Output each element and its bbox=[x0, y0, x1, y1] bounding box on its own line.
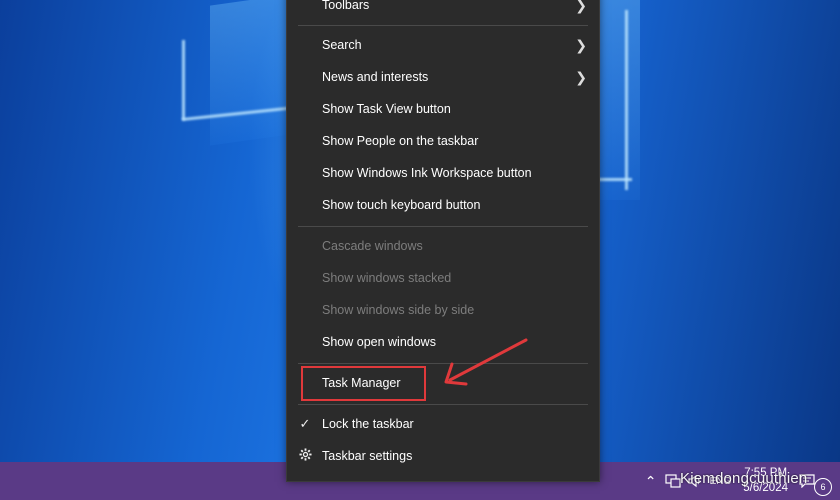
menu-item-label: Taskbar settings bbox=[322, 449, 413, 463]
menu-item-show-windows-stacked: Show windows stacked bbox=[287, 262, 599, 294]
watermark: Kiemdongcuuthien bbox=[680, 470, 808, 487]
chevron-up-icon[interactable]: ⌃ bbox=[640, 462, 662, 500]
menu-item-label: Toolbars bbox=[322, 0, 370, 12]
menu-item-lock-taskbar[interactable]: ✓ Lock the taskbar bbox=[287, 408, 599, 440]
menu-item-show-touch-keyboard[interactable]: Show touch keyboard button bbox=[287, 189, 599, 221]
menu-item-search[interactable]: Search ❯ bbox=[287, 29, 599, 61]
menu-item-label: Lock the taskbar bbox=[322, 417, 414, 431]
menu-item-label: Show Windows Ink Workspace button bbox=[322, 166, 532, 180]
wallpaper-light-beam bbox=[625, 10, 628, 190]
task-manager-highlight-box bbox=[301, 366, 426, 401]
wallpaper-pane bbox=[210, 0, 290, 146]
chevron-right-icon: ❯ bbox=[575, 36, 587, 53]
menu-item-label: Show People on the taskbar bbox=[322, 134, 479, 148]
menu-item-label: Cascade windows bbox=[322, 239, 423, 253]
menu-separator bbox=[298, 404, 588, 405]
menu-item-cascade-windows: Cascade windows bbox=[287, 230, 599, 262]
menu-item-news-and-interests[interactable]: News and interests ❯ bbox=[287, 61, 599, 93]
menu-item-label: Show windows side by side bbox=[322, 303, 475, 317]
menu-item-show-task-view[interactable]: Show Task View button bbox=[287, 93, 599, 125]
menu-item-taskbar-settings[interactable]: Taskbar settings bbox=[287, 440, 599, 472]
menu-item-label: Search bbox=[322, 38, 362, 52]
wallpaper-light-beam bbox=[182, 40, 185, 120]
menu-item-show-windows-side-by-side: Show windows side by side bbox=[287, 294, 599, 326]
menu-item-label: Show windows stacked bbox=[322, 271, 452, 285]
menu-item-toolbars[interactable]: Toolbars ❯ bbox=[287, 0, 599, 21]
menu-separator bbox=[298, 226, 588, 227]
menu-separator bbox=[298, 25, 588, 26]
red-arrow-annotation bbox=[444, 338, 528, 386]
chevron-right-icon: ❯ bbox=[575, 68, 587, 85]
menu-item-label: Show open windows bbox=[322, 335, 436, 349]
menu-item-label: Show Task View button bbox=[322, 102, 451, 116]
wallpaper-pane bbox=[600, 0, 640, 200]
menu-item-show-ink-workspace[interactable]: Show Windows Ink Workspace button bbox=[287, 157, 599, 189]
taskbar-context-menu: Toolbars ❯ Search ❯ News and interests ❯… bbox=[286, 0, 600, 482]
menu-item-label: Show touch keyboard button bbox=[322, 198, 481, 212]
wallpaper-light-beam bbox=[598, 178, 632, 181]
menu-item-show-people[interactable]: Show People on the taskbar bbox=[287, 125, 599, 157]
checkmark-icon: ✓ bbox=[299, 416, 311, 431]
menu-item-label: News and interests bbox=[322, 70, 429, 84]
chevron-right-icon: ❯ bbox=[575, 0, 587, 13]
gear-icon bbox=[298, 448, 312, 464]
notification-count-badge: 6 bbox=[814, 478, 832, 496]
